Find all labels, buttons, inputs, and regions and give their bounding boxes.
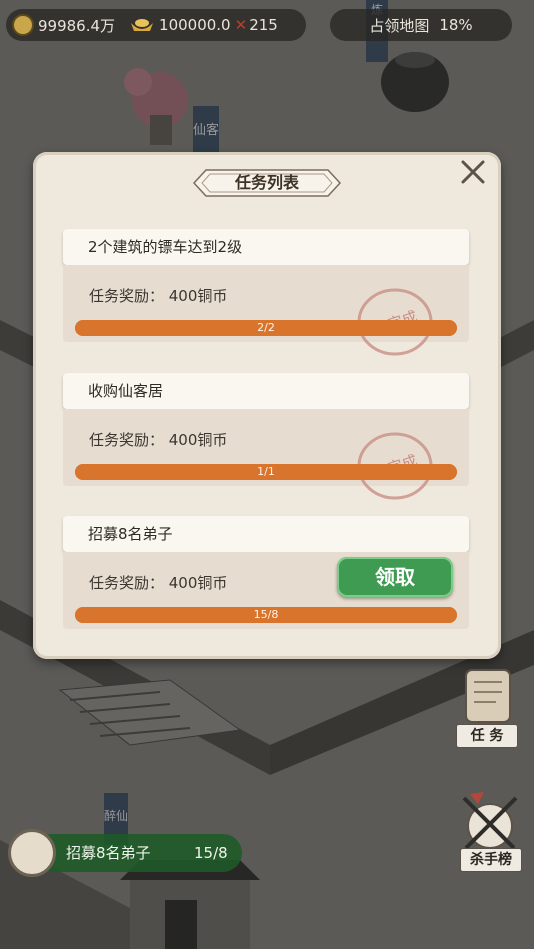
occupy-map-percent: 18% xyxy=(439,16,473,34)
task-progress-text: 2/2 xyxy=(257,321,275,334)
task-title: 招募8名弟子 xyxy=(63,516,469,552)
occupy-map-indicator[interactable]: 占领地图 18% xyxy=(330,9,512,41)
task-progress-bar: 1/1 xyxy=(75,464,457,480)
killer-rank-label: 杀手榜 xyxy=(460,848,522,872)
task-body: 任务奖励： 400铜币 领取 15/8 xyxy=(63,552,469,629)
task-progress-bar: 2/2 xyxy=(75,320,457,336)
coin-amount: 99986.4万 xyxy=(38,16,116,35)
gold-ingot-icon xyxy=(131,19,154,31)
token-icon: ✕ xyxy=(234,16,248,34)
task-progress-text: 1/1 xyxy=(257,465,275,478)
claim-reward-button[interactable]: 领取 xyxy=(337,557,453,597)
task-progress-text: 15/8 xyxy=(253,608,279,621)
tasks-button[interactable]: 任 务 xyxy=(452,666,528,748)
quest-tracker[interactable]: 招募8名弟子 15/8 xyxy=(8,829,242,877)
task-card: 收购仙客居 任务奖励： 400铜币 已完成 1/1 xyxy=(63,373,469,500)
copper-coin-icon xyxy=(12,14,34,36)
dialog-title: 任务列表 xyxy=(234,173,299,192)
quest-tracker-count: 15/8 xyxy=(194,844,228,862)
occupy-map-label: 占领地图 xyxy=(369,16,430,35)
task-title: 2个建筑的镖车达到2级 xyxy=(63,229,469,265)
task-card: 2个建筑的镖车达到2级 任务奖励： 400铜币 已完成 2/2 xyxy=(63,229,469,356)
tasks-label: 任 务 xyxy=(456,724,518,748)
quest-tracker-text: 招募8名弟子 xyxy=(66,844,151,862)
task-body: 任务奖励： 400铜币 已完成 1/1 xyxy=(63,409,469,500)
task-title: 收购仙客居 xyxy=(63,373,469,409)
close-icon[interactable] xyxy=(458,157,488,187)
scroll-icon xyxy=(465,669,511,723)
ingot-amount: 100000.0 xyxy=(159,16,231,34)
task-reward: 任务奖励： 400铜币 xyxy=(89,574,228,592)
killer-rank-button[interactable]: 杀手榜 xyxy=(456,790,532,872)
task-body: 任务奖励： 400铜币 已完成 2/2 xyxy=(63,265,469,356)
task-reward: 任务奖励： 400铜币 xyxy=(89,287,228,305)
task-reward: 任务奖励： 400铜币 xyxy=(89,431,228,449)
resource-bar: 99986.4万 100000.0 ✕ 215 xyxy=(6,9,306,41)
task-progress-bar: 15/8 xyxy=(75,607,457,623)
task-card: 招募8名弟子 任务奖励： 400铜币 领取 15/8 xyxy=(63,516,469,633)
token-amount: 215 xyxy=(249,16,278,34)
quest-scroll-icon xyxy=(8,829,56,877)
crossed-swords-icon xyxy=(462,792,518,850)
